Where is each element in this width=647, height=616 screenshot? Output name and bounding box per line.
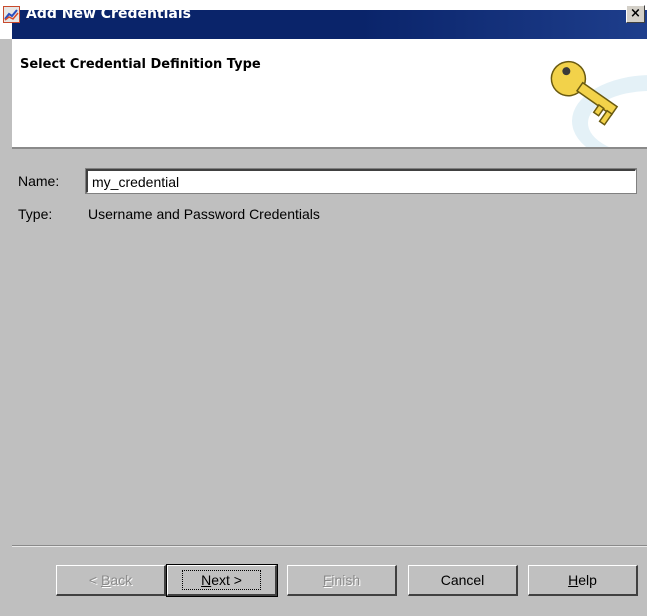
finish-button[interactable]: Finish [287, 565, 397, 596]
close-button[interactable]: × [626, 5, 645, 23]
finish-label-rest: inish [331, 572, 361, 588]
help-label-rest: elp [578, 572, 597, 588]
title-bar[interactable]: Add New Credentials × [0, 0, 647, 39]
name-label: Name: [18, 173, 60, 189]
cancel-button[interactable]: Cancel [408, 565, 518, 596]
wizard-header: Select Credential Definition Type [12, 39, 647, 149]
back-button[interactable]: < Back [56, 565, 166, 596]
type-label: Type: [18, 206, 53, 222]
name-input[interactable] [85, 168, 637, 194]
back-prefix: < [88, 572, 101, 588]
window-title: Add New Credentials [26, 6, 191, 22]
dialog-window: Add New Credentials × Select Credential … [0, 0, 647, 616]
back-label-rest: ack [110, 572, 133, 588]
footer-separator [12, 545, 647, 547]
next-mnemonic: N [201, 572, 212, 588]
chart-app-icon [3, 6, 20, 23]
next-label-rest: ext > [211, 572, 242, 588]
help-button[interactable]: Help [528, 565, 638, 596]
type-value: Username and Password Credentials [88, 206, 320, 222]
key-icon [532, 51, 647, 147]
next-focus-rect: Next > [182, 570, 261, 590]
page-title: Select Credential Definition Type [20, 57, 261, 72]
help-mnemonic: H [568, 572, 579, 588]
next-button[interactable]: Next > [166, 564, 278, 597]
back-mnemonic: B [100, 572, 111, 588]
